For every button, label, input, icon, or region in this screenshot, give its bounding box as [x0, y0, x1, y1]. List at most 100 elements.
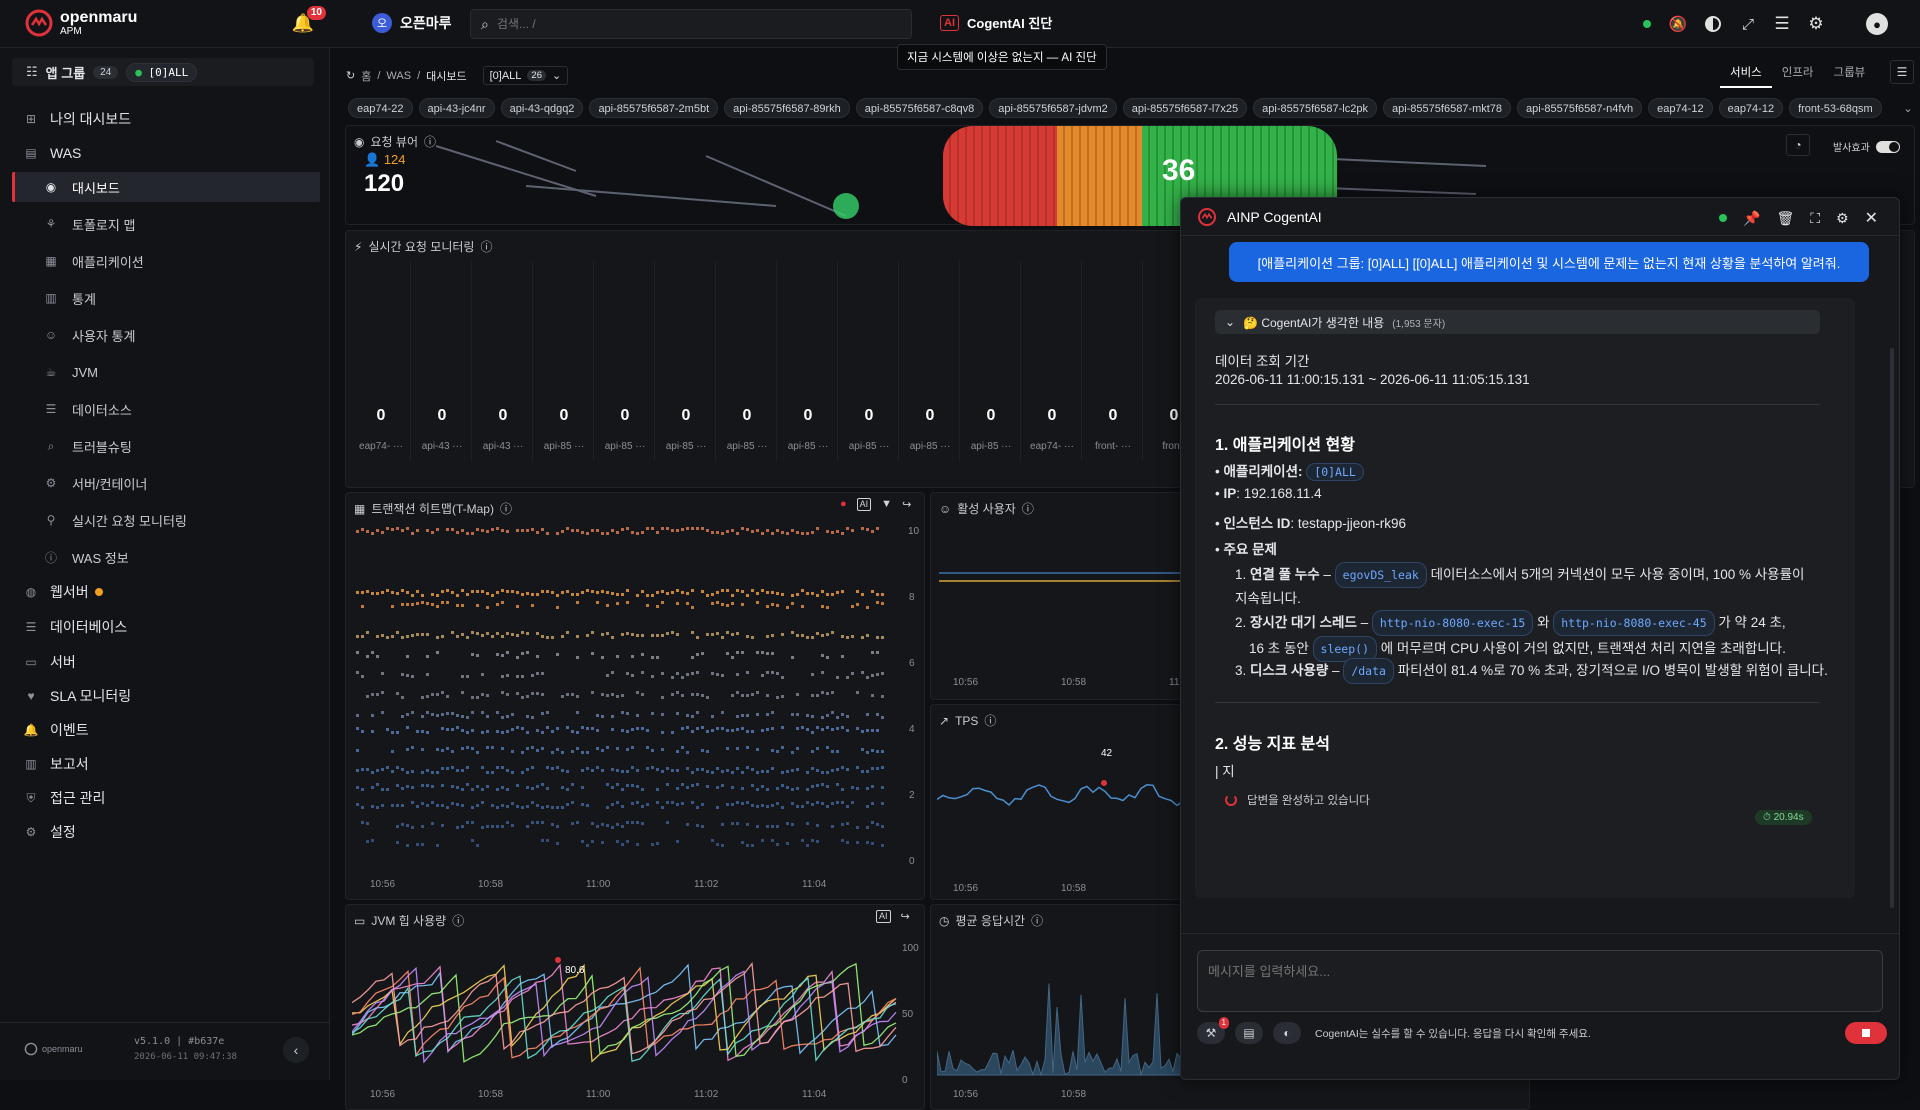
menu-icon[interactable]: ☰ [1772, 14, 1792, 34]
expand-icon[interactable]: ⛶ [1810, 210, 1820, 227]
sub-dashboard[interactable]: ◉ 대시보드 [44, 172, 319, 202]
nav-server[interactable]: ▭ 서버 [24, 647, 320, 677]
realtime-value: 0 [498, 407, 508, 424]
pin-icon[interactable]: 📌 [1743, 210, 1760, 227]
instance-chip[interactable]: eap74-12 [1718, 98, 1784, 118]
instance-chip[interactable]: api-85575f6587-l7x25 [1122, 98, 1248, 118]
sub-realtime[interactable]: ⚲ 실시간 요청 모니터링 [44, 505, 319, 535]
mute-icon[interactable]: 🔕 [1668, 14, 1688, 34]
app-group-selected[interactable]: ● [0]ALL [126, 62, 198, 82]
nav-event[interactable]: 🔔 이벤트 [24, 715, 320, 745]
help-icon[interactable]: ⓘ [1031, 912, 1043, 929]
instance-chip[interactable]: front-53-68qsm [1789, 98, 1882, 118]
instance-chip[interactable]: api-85575f6587-2m5bt [589, 98, 719, 118]
speed-icon[interactable]: ◔ [1786, 134, 1810, 156]
sub-topology[interactable]: ⚘ 토폴로지 맵 [44, 209, 319, 239]
tmap-dot [816, 824, 819, 827]
chat-scrollbar[interactable] [1890, 348, 1894, 908]
nav-access[interactable]: ⛨ 접근 관리 [24, 783, 320, 813]
tmap-dot [806, 801, 809, 804]
filter-icon[interactable]: ▼ [881, 498, 892, 511]
nav-was[interactable]: ▤ WAS [24, 138, 320, 168]
search-box[interactable]: ⌕ [470, 9, 912, 39]
org-selector[interactable]: 오 오픈마루 [372, 13, 452, 33]
panel-title: ↗ TPS ⓘ [939, 712, 997, 729]
sub-troubleshooting[interactable]: ⌕ 트러블슈팅 [44, 431, 319, 461]
ai-small-icon[interactable]: AI [856, 498, 872, 511]
collapse-sidebar-button[interactable]: ‹ [283, 1037, 309, 1063]
thinking-toggle[interactable]: ⌄ 🤔 CogentAI가 생각한 내용 (1,953 문자) [1215, 310, 1820, 334]
nav-report[interactable]: ▥ 보고서 [24, 749, 320, 779]
chat-message-input[interactable] [1197, 950, 1883, 1012]
tmap-dot [501, 635, 504, 638]
trash-icon[interactable]: 🗑 [1776, 210, 1794, 227]
theme-toggle-icon[interactable] [1703, 14, 1723, 34]
search-input[interactable] [496, 17, 877, 31]
tmap-dot [861, 593, 864, 596]
instance-chip[interactable]: api-43-qdgq2 [500, 98, 584, 118]
sub-server-container[interactable]: ⚙ 서버/컨테이너 [44, 468, 319, 498]
nav-sla[interactable]: ♥ SLA 모니터링 [24, 681, 320, 711]
logo[interactable]: openmaru APM [24, 8, 137, 38]
tmap-dot [661, 713, 664, 716]
help-icon[interactable]: ⓘ [452, 912, 464, 929]
app-group-selector[interactable]: ☷ 앱 그룹 24 ● [0]ALL [12, 58, 314, 86]
nav-my-dashboard[interactable]: ⊞ 나의 대시보드 [24, 104, 320, 134]
ai-diagnosis-button[interactable]: AI CogentAI 진단 [940, 13, 1052, 32]
fullscreen-icon[interactable]: ⤢ [1738, 14, 1758, 34]
attach-doc-icon[interactable]: ▤ [1235, 1022, 1263, 1044]
record-icon[interactable]: ● [840, 498, 847, 511]
toggle-switch[interactable] [1875, 140, 1900, 153]
settings-gear-icon[interactable]: ⚙ [1806, 14, 1826, 34]
tmap-dot [781, 806, 784, 809]
help-icon[interactable]: ⓘ [984, 712, 996, 729]
close-icon[interactable]: ✕ [1865, 208, 1878, 228]
share-icon[interactable]: ↪ [902, 498, 911, 511]
stop-button[interactable] [1845, 1022, 1887, 1044]
group-selector[interactable]: [0]ALL 26 ⌄ [482, 66, 569, 85]
instance-chip[interactable]: api-43-jc4nr [418, 98, 495, 118]
thinking-count: (1,953 문자) [1392, 318, 1446, 330]
help-icon[interactable]: ⓘ [480, 238, 492, 255]
ai-small-icon[interactable]: AI [876, 910, 891, 923]
idea-icon[interactable]: ◐ [1273, 1022, 1301, 1044]
instance-chip[interactable]: eap74-12 [1648, 98, 1713, 118]
share-icon[interactable]: ↪ [901, 910, 910, 923]
logo-text: openmaru [60, 8, 138, 26]
instance-chip[interactable]: api-85575f6587-n4fvh [1517, 98, 1643, 118]
instance-chip[interactable]: api-85575f6587-mkt78 [1382, 98, 1512, 118]
nav-settings[interactable]: ⚙ 설정 [24, 817, 320, 847]
sub-datasource[interactable]: ☰ 데이터소스 [44, 394, 319, 424]
effect-toggle[interactable]: 발사효과 [1833, 139, 1900, 154]
tab-service[interactable]: 서비스 [1720, 64, 1772, 88]
nav-webserver[interactable]: ◍ 웹서버 [24, 577, 320, 607]
tmap-dot [406, 635, 409, 638]
breadcrumb-home[interactable]: 홈 [361, 68, 371, 84]
tools-button[interactable]: ⚒ 1 [1197, 1017, 1229, 1044]
sub-user-stats[interactable]: ☺ 사용자 통계 [44, 320, 319, 350]
sub-stats[interactable]: ▥ 통계 [44, 283, 319, 313]
tab-infra[interactable]: 인프라 [1772, 64, 1824, 88]
nav-database[interactable]: ☰ 데이터베이스 [24, 612, 320, 642]
breadcrumb-was[interactable]: WAS [386, 70, 411, 82]
instance-chip[interactable]: api-85575f6587-jdvm2 [989, 98, 1117, 118]
user-avatar-icon[interactable]: ● [1866, 13, 1888, 35]
instance-chip[interactable]: api-85575f6587-c8qv8 [855, 98, 984, 118]
instance-chip[interactable]: api-85575f6587-89rkh [724, 98, 850, 118]
help-icon[interactable]: ⓘ [500, 500, 512, 517]
instance-chip[interactable]: api-85575f6587-lc2pk [1253, 98, 1377, 118]
tmap-dot [821, 654, 824, 657]
help-icon[interactable]: ⓘ [1022, 500, 1034, 517]
tab-group-view[interactable]: 그룹뷰 [1824, 64, 1876, 88]
settings-gear-icon[interactable]: ⚙ [1836, 210, 1849, 227]
panel-settings-button[interactable]: ☰ [1890, 60, 1914, 84]
sub-was-info[interactable]: ⓘ WAS 정보 [44, 542, 319, 572]
refresh-icon[interactable]: ↻ [346, 69, 355, 82]
tmap-dot [456, 803, 459, 806]
sub-jvm[interactable]: ☕ JVM [44, 357, 319, 387]
chip-expand-icon[interactable]: ⌄ [1900, 100, 1916, 116]
sub-application[interactable]: ▦ 애플리케이션 [44, 246, 319, 276]
tmap-dot [451, 802, 454, 805]
notification-button[interactable]: 🔔 10 [290, 6, 326, 36]
instance-chip[interactable]: eap74-22 [348, 98, 413, 118]
